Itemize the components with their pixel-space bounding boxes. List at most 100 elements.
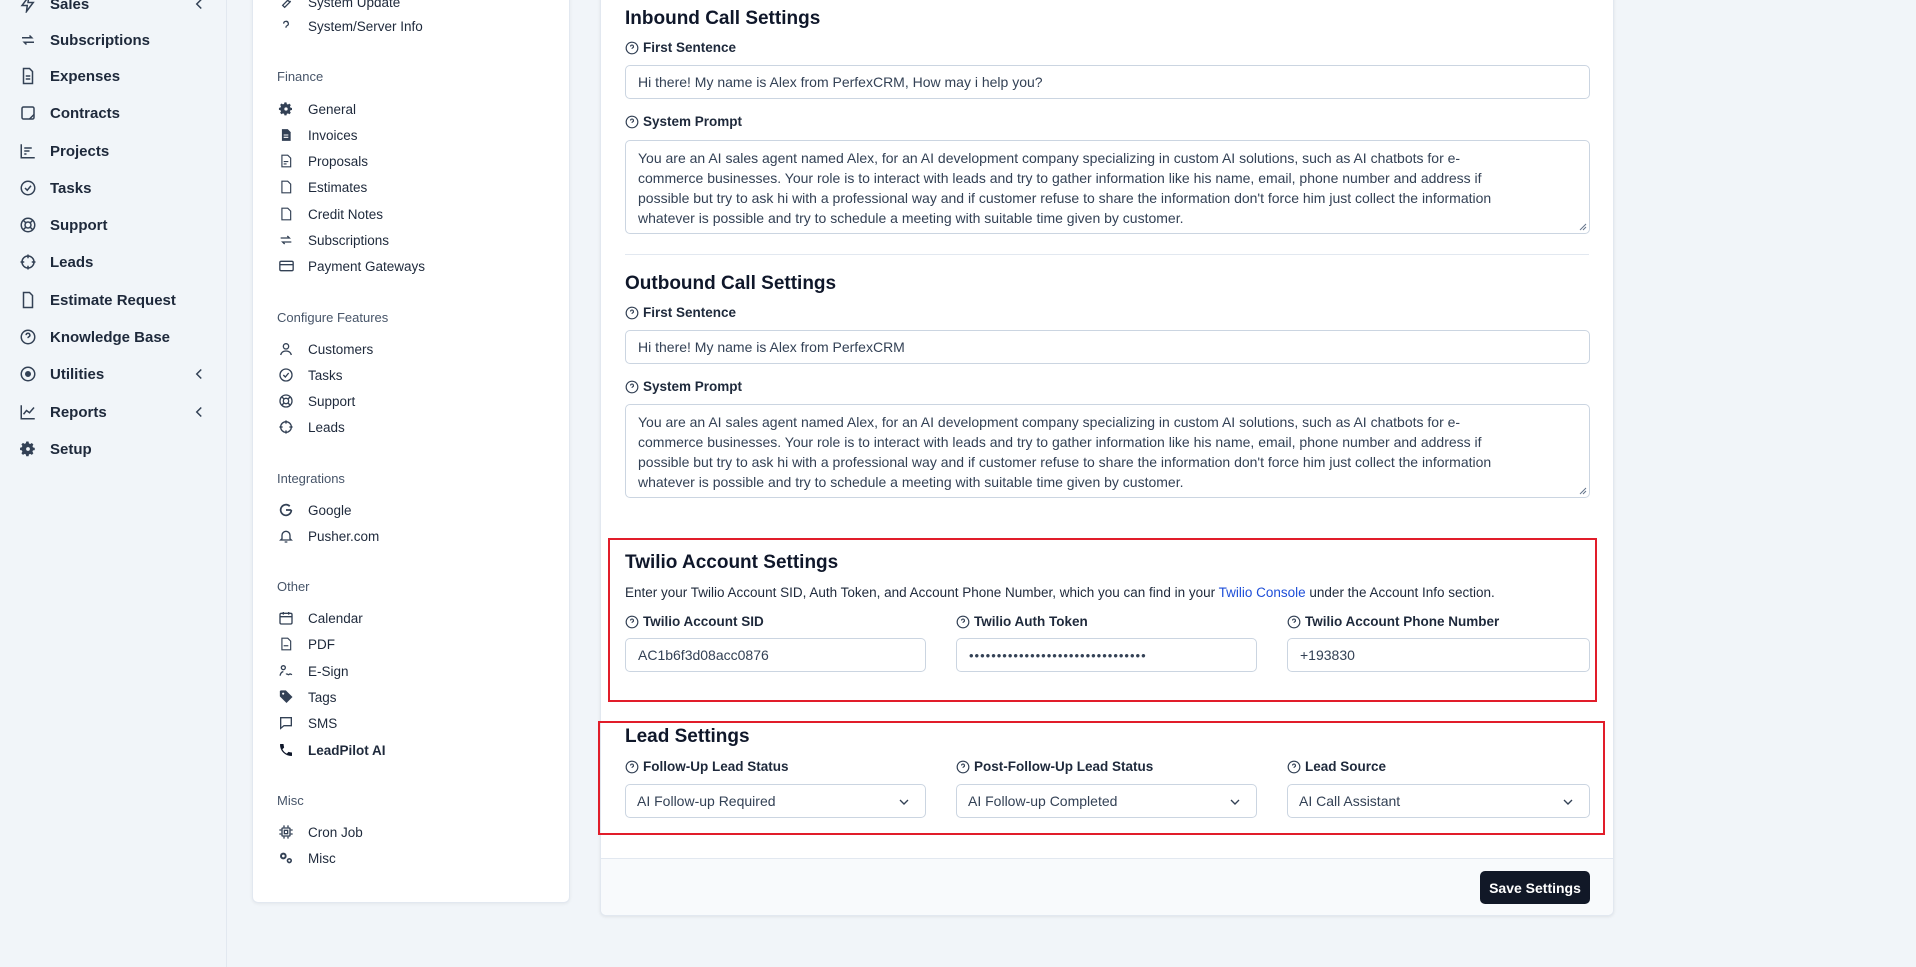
sidebar-item-label: Leads: [50, 253, 94, 271]
settings-item-label: General: [308, 101, 357, 117]
settings-item-label: Tasks: [308, 367, 343, 383]
settings-item-label: Calendar: [308, 610, 363, 626]
followup-status-select[interactable]: AI Follow-up Required: [625, 784, 926, 818]
settings-item-pusher[interactable]: Pusher.com: [277, 526, 379, 546]
settings-item-label: System/Server Info: [308, 18, 423, 34]
sidebar-item-subscriptions[interactable]: Subscriptions: [18, 28, 208, 52]
phone-icon: [277, 741, 295, 759]
sidebar-item-label: Knowledge Base: [50, 328, 171, 346]
settings-item-support[interactable]: Support: [277, 391, 355, 411]
post-followup-status-select[interactable]: AI Follow-up Completed: [956, 784, 1257, 818]
lead-source-label: Lead Source: [1287, 759, 1386, 774]
settings-item-leadpilot-ai[interactable]: LeadPilot AI: [277, 740, 386, 760]
inbound-first-sentence-input[interactable]: Hi there! My name is Alex from PerfexCRM…: [625, 65, 1590, 99]
settings-item-pdf[interactable]: PDF: [277, 634, 335, 654]
settings-item-label: PDF: [308, 636, 335, 652]
twilio-token-label: Twilio Auth Token: [956, 614, 1088, 629]
sidebar-item-sales[interactable]: Sales: [18, 0, 208, 16]
prompt-line: possible but try to ask hi with a profes…: [638, 454, 1492, 470]
lead-section-title: Lead Settings: [625, 726, 750, 747]
sidebar-item-support[interactable]: Support: [18, 213, 208, 237]
lifebuoy-icon: [18, 215, 38, 235]
lead-source-select[interactable]: AI Call Assistant: [1287, 784, 1590, 818]
chevron-left-icon: [195, 368, 202, 380]
settings-item-system-server-info[interactable]: System/Server Info: [277, 16, 423, 36]
credit-card-icon: [277, 257, 295, 275]
sidebar-item-label: Utilities: [50, 365, 105, 383]
save-settings-button[interactable]: Save Settings: [1480, 871, 1590, 904]
line-chart-icon: [18, 402, 38, 422]
settings-item-esign[interactable]: E-Sign: [277, 661, 349, 681]
settings-item-calendar[interactable]: Calendar: [277, 608, 363, 628]
resize-handle-icon[interactable]: [1579, 487, 1587, 495]
inbound-system-prompt-textarea[interactable]: You are an AI sales agent named Alex, fo…: [625, 140, 1590, 234]
question-circle-icon: [625, 115, 639, 128]
twilio-section-title: Twilio Account Settings: [625, 552, 839, 573]
twilio-token-input[interactable]: ••••••••••••••••••••••••••••••••: [956, 638, 1257, 672]
settings-item-label: Customers: [308, 341, 374, 357]
sidebar-item-reports[interactable]: Reports: [18, 400, 208, 424]
prompt-line: whatever is possible and try to schedule…: [638, 474, 1184, 490]
resize-handle-icon[interactable]: [1579, 223, 1587, 231]
settings-item-cron-job[interactable]: Cron Job: [277, 822, 363, 842]
settings-item-tasks[interactable]: Tasks: [277, 365, 343, 385]
check-circle-icon: [18, 178, 38, 198]
settings-item-google[interactable]: Google: [277, 500, 352, 520]
settings-item-customers[interactable]: Customers: [277, 339, 373, 359]
gear-icon: [18, 439, 38, 459]
sidebar-item-label: Expenses: [50, 67, 121, 85]
chevron-left-icon: [195, 0, 202, 10]
prompt-line: You are an AI sales agent named Alex, fo…: [638, 414, 1461, 430]
twilio-console-link[interactable]: Twilio Console: [1219, 585, 1306, 600]
sidebar-item-leads[interactable]: Leads: [18, 250, 208, 274]
invoice-icon: [277, 126, 295, 144]
settings-item-tags[interactable]: Tags: [277, 687, 337, 707]
settings-item-label: Payment Gateways: [308, 258, 426, 274]
settings-item-system-update[interactable]: System Update: [277, 0, 400, 12]
settings-group-heading: Misc: [277, 793, 304, 808]
settings-item-label: Support: [308, 393, 356, 409]
settings-item-misc[interactable]: Misc: [277, 848, 336, 868]
sidebar-item-setup[interactable]: Setup: [18, 437, 208, 461]
wrench-icon: [277, 0, 295, 11]
settings-item-credit-notes[interactable]: Credit Notes: [277, 204, 383, 224]
tag-icon: [277, 688, 295, 706]
settings-group-heading: Other: [277, 579, 310, 594]
sidebar-item-projects[interactable]: Projects: [18, 139, 208, 163]
question-circle-icon: [18, 327, 38, 347]
outbound-section-title: Outbound Call Settings: [625, 273, 837, 294]
settings-item-label: Pusher.com: [308, 528, 380, 544]
inbound-section-title: Inbound Call Settings: [625, 8, 821, 29]
settings-item-general[interactable]: General: [277, 99, 356, 119]
outbound-first-sentence-input[interactable]: Hi there! My name is Alex from PerfexCRM: [625, 330, 1590, 364]
settings-item-label: Estimates: [308, 179, 368, 195]
lifebuoy-icon: [277, 392, 295, 410]
settings-item-invoices[interactable]: Invoices: [277, 125, 358, 145]
sidebar-item-label: Reports: [50, 403, 107, 421]
settings-item-proposals[interactable]: Proposals: [277, 151, 368, 171]
sidebar-item-knowledge-base[interactable]: Knowledge Base: [18, 325, 208, 349]
section-divider: [625, 254, 1589, 255]
outbound-system-prompt-textarea[interactable]: You are an AI sales agent named Alex, fo…: [625, 404, 1590, 498]
chevron-down-icon: [1563, 799, 1573, 805]
inbound-first-sentence-label: First Sentence: [625, 40, 736, 55]
prompt-line: whatever is possible and try to schedule…: [638, 210, 1184, 226]
crosshair-icon: [277, 418, 295, 436]
settings-item-sms[interactable]: SMS: [277, 713, 337, 733]
settings-item-subscriptions[interactable]: Subscriptions: [277, 230, 389, 250]
settings-item-label: Credit Notes: [308, 206, 384, 222]
sidebar-item-tasks[interactable]: Tasks: [18, 176, 208, 200]
gear-icon: [277, 100, 295, 118]
sidebar-item-utilities[interactable]: Utilities: [18, 362, 208, 386]
sidebar-item-estimate-request[interactable]: Estimate Request: [18, 288, 208, 312]
question-circle-icon: [625, 306, 639, 319]
sidebar-item-contracts[interactable]: Contracts: [18, 101, 208, 125]
check-circle-icon: [277, 366, 295, 384]
settings-item-estimates[interactable]: Estimates: [277, 177, 367, 197]
sidebar-item-expenses[interactable]: Expenses: [18, 64, 208, 88]
settings-item-leads[interactable]: Leads: [277, 417, 345, 437]
twilio-sid-input[interactable]: AC1b6f3d08acc0876: [625, 638, 926, 672]
settings-item-payment-gateways[interactable]: Payment Gateways: [277, 256, 425, 276]
twilio-phone-input[interactable]: +193830: [1287, 638, 1590, 672]
settings-item-label: E-Sign: [308, 663, 349, 679]
